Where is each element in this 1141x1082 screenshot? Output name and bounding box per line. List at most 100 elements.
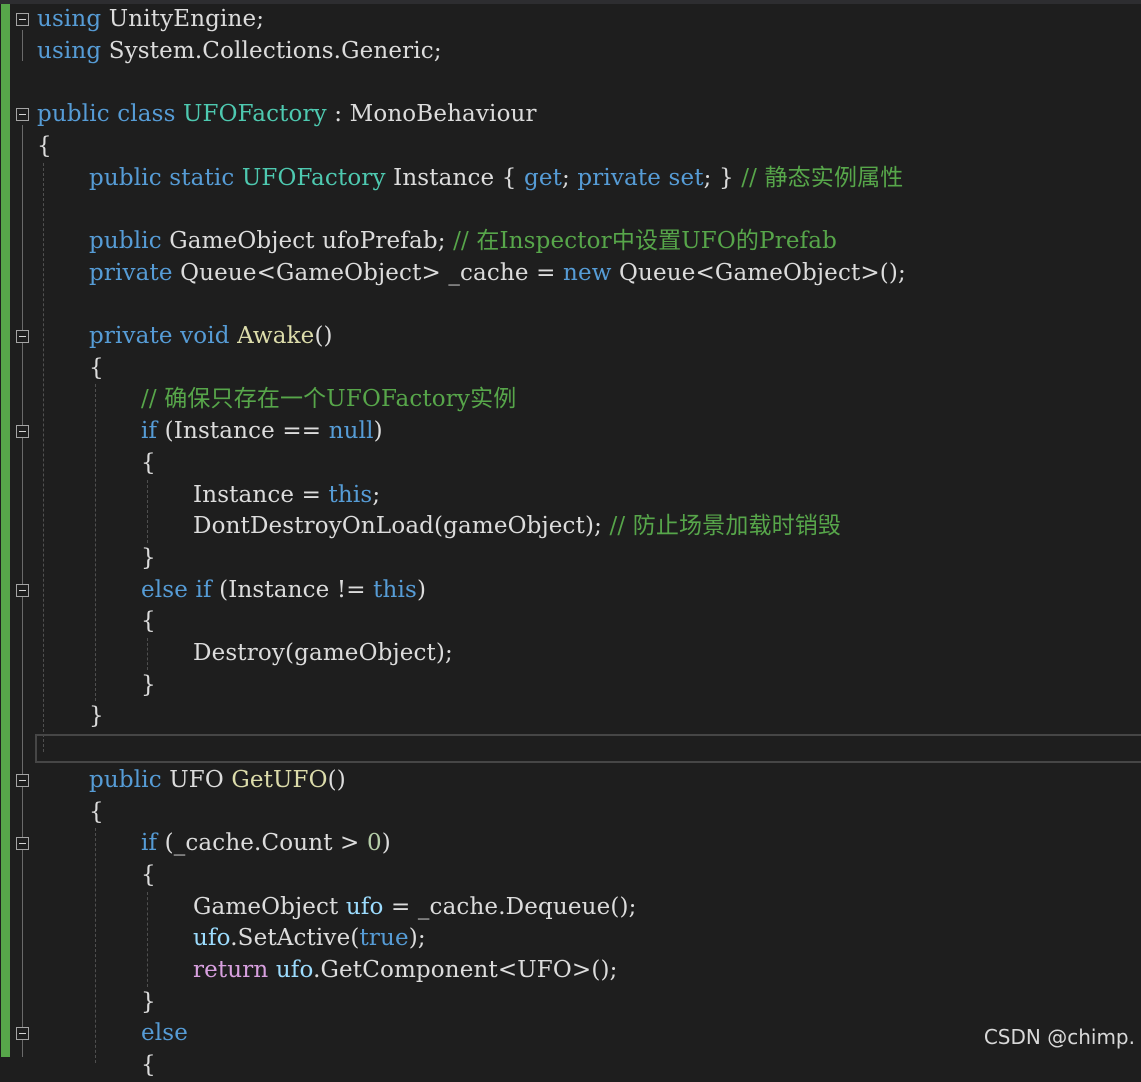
code-editor[interactable]: using UnityEngine; using System.Collectio…	[0, 4, 1141, 1078]
code-token: get	[523, 164, 562, 191]
code-token: void	[180, 323, 230, 349]
code-text: using UnityEngine;	[37, 4, 264, 36]
code-line[interactable]: {	[0, 131, 1141, 163]
code-line[interactable]: GameObject ufo = _cache.Dequeue();	[0, 892, 1141, 924]
code-text: {	[141, 1050, 156, 1082]
code-token: // 防止场景加载时销毁	[609, 513, 842, 540]
collapse-icon[interactable]	[16, 1027, 29, 1041]
code-token: // 静态实例属性	[741, 164, 904, 191]
code-token: : MonoBehaviour	[326, 101, 537, 128]
code-text: private Queue<GameObject> _cache = new Q…	[89, 258, 906, 290]
code-line[interactable]: else	[0, 1018, 1141, 1050]
code-line[interactable]: public GameObject ufoPrefab; // 在Inspect…	[0, 226, 1141, 258]
code-line[interactable]: {	[0, 606, 1141, 638]
code-token: System.Collections.Generic;	[101, 37, 442, 64]
code-token: {	[141, 1052, 156, 1079]
code-token: null	[328, 418, 374, 445]
collapse-icon[interactable]	[16, 837, 29, 851]
code-token: ()	[327, 766, 346, 793]
code-text: {	[141, 860, 156, 892]
code-token: // 在Inspector中设置UFO的Prefab	[453, 227, 838, 254]
code-token: {	[37, 132, 52, 159]
code-text: GameObject ufo = _cache.Dequeue();	[193, 892, 636, 924]
code-line[interactable]: private void Awake()	[0, 321, 1141, 353]
code-token: public	[89, 164, 162, 191]
code-line[interactable]	[0, 67, 1141, 99]
code-line[interactable]: return ufo.GetComponent<UFO>();	[0, 955, 1141, 987]
code-text: // 确保只存在一个UFOFactory实例	[141, 384, 516, 416]
code-line[interactable]: if (_cache.Count > 0)	[0, 828, 1141, 860]
code-line[interactable]: {	[0, 860, 1141, 892]
code-token: else	[141, 1020, 188, 1047]
code-line[interactable]: }	[0, 987, 1141, 1019]
code-token: class	[117, 101, 176, 128]
code-text: {	[141, 606, 156, 638]
code-text: using System.Collections.Generic;	[37, 36, 442, 68]
code-token: Instance =	[193, 481, 329, 508]
code-line[interactable]: {	[0, 353, 1141, 385]
code-line[interactable]: using System.Collections.Generic;	[0, 36, 1141, 68]
code-line[interactable]: }	[0, 701, 1141, 733]
code-line[interactable]	[0, 733, 1141, 765]
code-token: = _cache.Dequeue();	[383, 893, 637, 920]
code-token: ufo	[275, 957, 314, 983]
code-token: Instance {	[385, 164, 524, 191]
code-token: new	[563, 259, 612, 286]
collapse-icon[interactable]	[16, 108, 29, 122]
code-line[interactable]: }	[0, 543, 1141, 575]
code-text: return ufo.GetComponent<UFO>();	[193, 955, 618, 987]
code-token: (Instance !=	[211, 576, 374, 603]
collapse-icon[interactable]	[16, 13, 29, 26]
code-token: Queue<GameObject>();	[611, 259, 906, 286]
code-token: public	[89, 227, 162, 254]
code-line[interactable]: else if (Instance != this)	[0, 575, 1141, 607]
code-token: public	[89, 766, 162, 793]
code-line[interactable]: private Queue<GameObject> _cache = new Q…	[0, 258, 1141, 290]
code-token: )	[381, 830, 391, 857]
code-line[interactable]: if (Instance == null)	[0, 416, 1141, 448]
code-token: private	[89, 323, 173, 349]
code-token: (Instance ==	[157, 418, 329, 445]
code-line[interactable]: public UFO GetUFO()	[0, 765, 1141, 797]
collapse-icon[interactable]	[16, 330, 29, 343]
code-line[interactable]: public static UFOFactory Instance { get;…	[0, 163, 1141, 195]
watermark-text: CSDN @chimp.	[983, 1025, 1135, 1049]
code-line[interactable]: ufo.SetActive(true);	[0, 923, 1141, 955]
code-token: // 确保只存在一个UFOFactory实例	[141, 386, 517, 413]
collapse-icon[interactable]	[16, 583, 29, 597]
code-text: ufo.SetActive(true);	[193, 923, 426, 955]
code-line[interactable]: Instance = this;	[0, 480, 1141, 512]
code-token: (_cache.Count >	[157, 830, 367, 857]
code-token: )	[416, 576, 427, 603]
code-token: ;	[372, 481, 381, 508]
collapse-icon[interactable]	[16, 425, 29, 439]
code-line[interactable]: }	[0, 670, 1141, 702]
code-token: {	[141, 861, 156, 888]
code-token: this	[373, 576, 417, 603]
code-line[interactable]: DontDestroyOnLoad(gameObject); // 防止场景加载…	[0, 511, 1141, 543]
code-text: {	[37, 131, 52, 163]
code-line[interactable]: Destroy(gameObject);	[0, 638, 1141, 670]
code-token: GameObject ufoPrefab;	[161, 227, 454, 254]
code-token: }	[141, 988, 156, 1015]
code-text: DontDestroyOnLoad(gameObject); // 防止场景加载…	[193, 511, 841, 543]
code-token: public	[37, 101, 110, 128]
code-line[interactable]: using UnityEngine;	[0, 4, 1141, 36]
code-token: )	[373, 418, 383, 445]
code-line[interactable]: public class UFOFactory : MonoBehaviour	[0, 99, 1141, 131]
code-line[interactable]	[0, 194, 1141, 226]
code-token: GetUFO	[231, 766, 328, 793]
collapse-icon[interactable]	[16, 773, 29, 787]
code-token: if	[141, 830, 158, 857]
code-text: if (Instance == null)	[141, 416, 383, 448]
code-text: if (_cache.Count > 0)	[141, 828, 391, 860]
code-line[interactable]: {	[0, 797, 1141, 829]
code-line[interactable]: {	[0, 448, 1141, 480]
code-line[interactable]	[0, 289, 1141, 321]
code-token: .GetComponent<UFO>();	[313, 957, 618, 983]
code-line[interactable]: {	[0, 1050, 1141, 1082]
code-token: ()	[314, 323, 333, 349]
code-line[interactable]: // 确保只存在一个UFOFactory实例	[0, 384, 1141, 416]
code-text: }	[141, 670, 156, 702]
